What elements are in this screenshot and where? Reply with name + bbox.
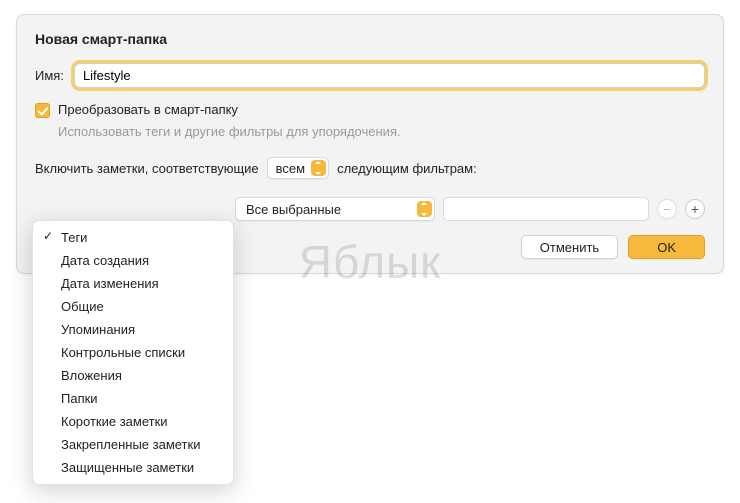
name-input[interactable] [74,63,705,88]
filter-scope-popup[interactable]: Все выбранные [235,197,435,221]
convert-hint: Использовать теги и другие фильтры для у… [58,124,705,139]
menu-item-shared[interactable]: Общие [33,295,233,318]
name-row: Имя: [35,63,705,88]
match-popup[interactable]: всем [267,157,329,179]
name-label: Имя: [35,68,64,83]
updown-icon [417,201,432,217]
updown-icon [311,160,326,176]
cancel-button[interactable]: Отменить [521,235,618,259]
menu-item-quick[interactable]: Короткие заметки [33,410,233,433]
match-value: всем [276,161,305,176]
filter-type-menu[interactable]: Теги Дата создания Дата изменения Общие … [32,220,234,485]
convert-label[interactable]: Преобразовать в смарт-папку [58,102,238,117]
menu-item-mentions[interactable]: Упоминания [33,318,233,341]
menu-item-pinned[interactable]: Закрепленные заметки [33,433,233,456]
menu-item-tags[interactable]: Теги [33,226,233,249]
menu-item-created[interactable]: Дата создания [33,249,233,272]
menu-item-modified[interactable]: Дата изменения [33,272,233,295]
ok-button[interactable]: OK [628,235,705,259]
filter-scope-value: Все выбранные [246,202,341,217]
include-suffix: следующим фильтрам: [337,161,477,176]
menu-item-attachments[interactable]: Вложения [33,364,233,387]
menu-item-locked[interactable]: Защищенные заметки [33,456,233,479]
menu-item-checklists[interactable]: Контрольные списки [33,341,233,364]
filter-row: Все выбранные − + [35,197,705,221]
add-filter-button[interactable]: + [685,199,705,219]
remove-filter-button[interactable]: − [657,199,677,219]
dialog-title: Новая смарт-папка [35,31,705,47]
convert-checkbox[interactable] [35,103,50,118]
menu-item-folders[interactable]: Папки [33,387,233,410]
include-prefix: Включить заметки, соответствующие [35,161,259,176]
filter-value-input[interactable] [443,197,649,221]
include-row: Включить заметки, соответствующие всем с… [35,157,705,179]
convert-row: Преобразовать в смарт-папку [35,102,705,118]
